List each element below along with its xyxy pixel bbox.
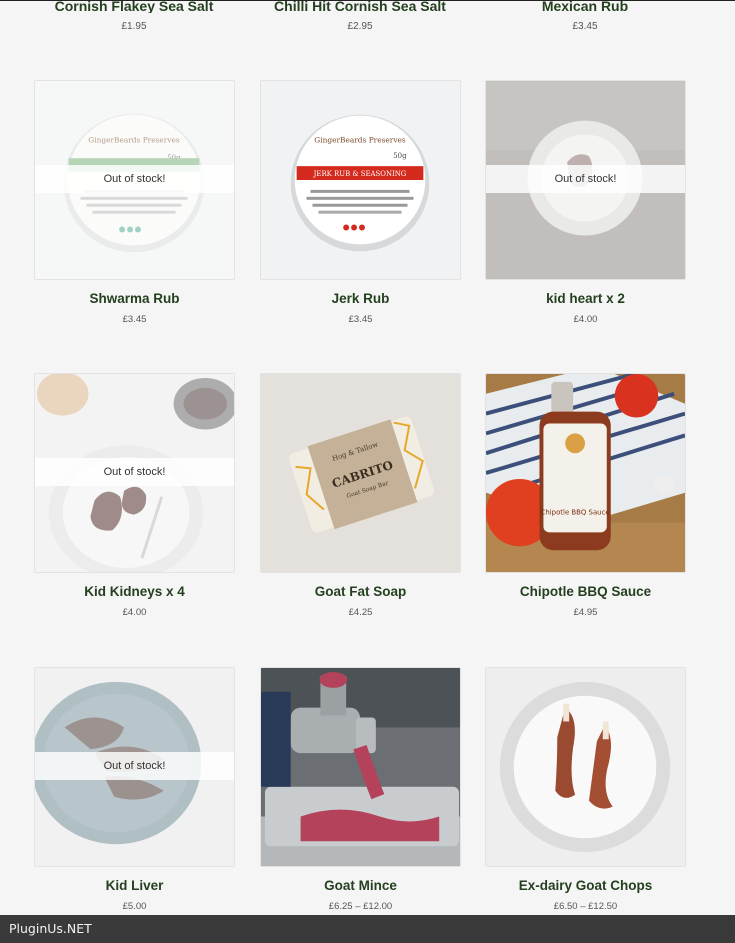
product-card[interactable]: Cornish Flakey Sea Salt £1.95 (34, 0, 234, 32)
spice-tin-image: GingerBeards Preserves 50g JERK RUB & SE… (261, 81, 460, 279)
product-name[interactable]: Mexican Rub (485, 0, 685, 13)
svg-text:JERK RUB & SEASONING: JERK RUB & SEASONING (313, 170, 407, 178)
product-card[interactable]: Mexican Rub £3.45 (485, 0, 685, 32)
product-price: £6.25 – £12.00 (328, 901, 393, 912)
product-price: £4.00 (573, 314, 598, 325)
mincer-image (261, 668, 460, 866)
product-name[interactable]: Goat Mince (260, 878, 461, 893)
product-price: £1.95 (121, 21, 147, 32)
product-price: £5.00 (122, 901, 147, 912)
product-price: £3.45 (572, 21, 598, 32)
product-card[interactable]: Out of stock! Kid Liver £5.00 (34, 667, 235, 912)
product-image[interactable] (485, 667, 686, 867)
product-price: £2.95 (347, 21, 373, 32)
out-of-stock-badge: Out of stock! (35, 165, 234, 193)
product-name[interactable]: Kid Kidneys x 4 (34, 584, 235, 599)
product-name[interactable]: Cornish Flakey Sea Salt (34, 0, 234, 13)
product-price: £6.50 – £12.50 (553, 901, 618, 912)
product-image[interactable]: Hog & Tallow CABRITO Goat Soap Bar (260, 373, 461, 573)
product-image[interactable] (260, 667, 461, 867)
out-of-stock-badge: Out of stock! (486, 165, 685, 193)
out-of-stock-badge: Out of stock! (35, 458, 234, 486)
product-name[interactable]: Ex-dairy Goat Chops (485, 878, 686, 893)
soap-bar-image: Hog & Tallow CABRITO Goat Soap Bar (261, 374, 460, 572)
product-name[interactable]: kid heart x 2 (485, 291, 686, 306)
out-of-stock-badge: Out of stock! (35, 752, 234, 780)
svg-text:50g: 50g (393, 152, 407, 160)
product-card[interactable]: GingerBeards Preserves 50g JERK RUB & SE… (260, 80, 461, 325)
product-price: £3.45 (348, 314, 373, 325)
product-card[interactable]: Out of stock! kid heart x 2 £4.00 (485, 80, 686, 325)
product-price: £4.00 (122, 607, 147, 618)
product-card[interactable]: Chilli Hit Cornish Sea Salt £2.95 (260, 0, 460, 32)
product-card[interactable]: Chipotle BBQ Sauce Chipotle BBQ Sauce £4… (485, 373, 686, 618)
svg-text:GingerBeards Preserves: GingerBeards Preserves (314, 135, 406, 144)
product-name[interactable]: Chilli Hit Cornish Sea Salt (260, 0, 460, 13)
product-price: £4.25 (348, 607, 373, 618)
svg-text:Chipotle BBQ Sauce: Chipotle BBQ Sauce (541, 509, 610, 517)
chops-on-plate-image (486, 668, 685, 866)
product-price: £4.95 (573, 607, 598, 618)
product-name[interactable]: Chipotle BBQ Sauce (485, 584, 686, 599)
product-card[interactable]: GingerBeards Preserves 50g Out of stock!… (34, 80, 235, 325)
product-card[interactable]: Out of stock! Kid Kidneys x 4 £4.00 (34, 373, 235, 618)
product-image[interactable]: Out of stock! (485, 80, 686, 280)
product-image[interactable]: GingerBeards Preserves 50g Out of stock! (34, 80, 235, 280)
product-image[interactable]: Chipotle BBQ Sauce (485, 373, 686, 573)
product-name[interactable]: Kid Liver (34, 878, 235, 893)
product-card[interactable]: Ex-dairy Goat Chops £6.50 – £12.50 (485, 667, 686, 912)
product-card[interactable]: Hog & Tallow CABRITO Goat Soap Bar Goat … (260, 373, 461, 618)
product-image[interactable]: Out of stock! (34, 373, 235, 573)
product-name[interactable]: Shwarma Rub (34, 291, 235, 306)
footer-bar: PluginUs.NET (0, 915, 735, 943)
product-image[interactable]: GingerBeards Preserves 50g JERK RUB & SE… (260, 80, 461, 280)
footer-brand-link[interactable]: PluginUs.NET (9, 921, 92, 936)
product-image[interactable]: Out of stock! (34, 667, 235, 867)
product-card[interactable]: Goat Mince £6.25 – £12.00 (260, 667, 461, 912)
sauce-bottle-image: Chipotle BBQ Sauce (486, 374, 685, 572)
previous-row: Cornish Flakey Sea Salt £1.95 Chilli Hit… (0, 0, 735, 40)
product-name[interactable]: Jerk Rub (260, 291, 461, 306)
product-price: £3.45 (122, 314, 147, 325)
product-name[interactable]: Goat Fat Soap (260, 584, 461, 599)
